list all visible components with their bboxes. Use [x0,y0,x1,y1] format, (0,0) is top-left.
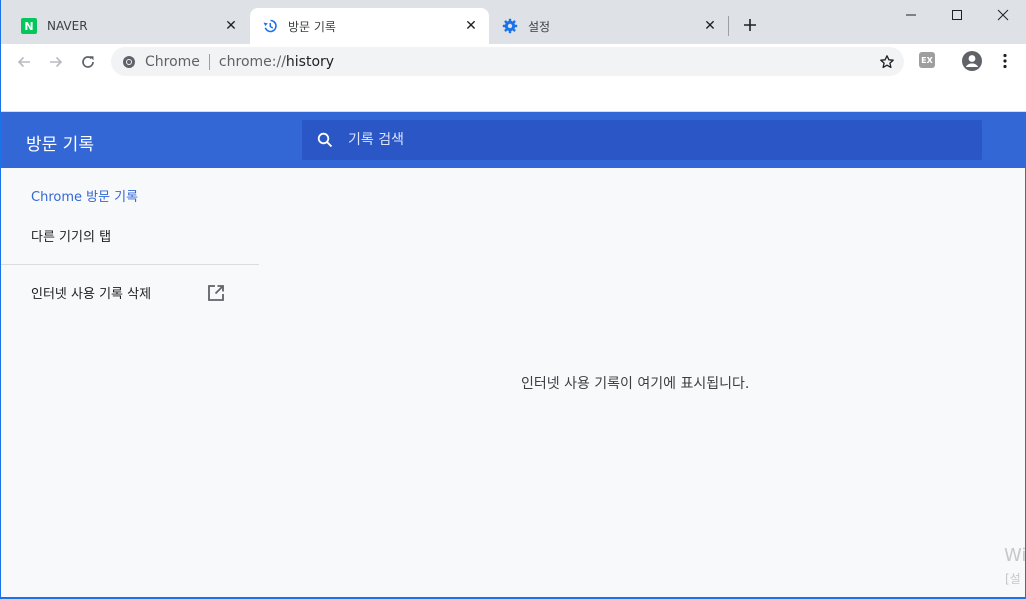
sidebar-item-chrome-history[interactable]: Chrome 방문 기록 [31,186,138,205]
forward-button[interactable] [42,48,70,76]
extension-icon[interactable]: EX [919,52,935,68]
toolbar-spacer [1,79,1026,112]
maximize-button[interactable] [934,0,980,30]
tab-naver[interactable]: N NAVER ✕ [9,8,249,44]
tab-separator [728,16,729,36]
browser-toolbar: Chrome chrome://history [1,44,1026,79]
search-input[interactable] [348,132,982,148]
history-header: 방문 기록 [1,112,1026,168]
search-box[interactable] [302,120,982,160]
tab-strip: N NAVER ✕ 방문 기록 ✕ 설정 ✕ [1,0,1026,44]
sidebar-item-clear-data[interactable]: 인터넷 사용 기록 삭제 [31,283,151,302]
plus-icon [744,19,756,31]
close-icon [997,9,1009,21]
tab-title: NAVER [47,19,88,33]
profile-avatar[interactable] [961,50,983,72]
bookmark-star-icon[interactable] [878,53,896,71]
url-text: chrome://history [218,53,335,70]
minimize-button[interactable] [888,0,934,30]
more-vert-icon [1003,53,1007,69]
close-window-button[interactable] [980,0,1026,30]
naver-icon: N [21,18,37,34]
address-bar[interactable]: Chrome chrome://history [111,47,904,76]
activation-watermark-sub: [설 [1005,572,1021,586]
account-icon [962,51,982,71]
history-icon [262,18,278,34]
reload-button[interactable] [74,48,102,76]
menu-button[interactable] [995,50,1015,72]
chrome-icon [121,54,137,70]
tab-settings[interactable]: 설정 ✕ [490,8,728,44]
minimize-icon [906,14,916,16]
gear-icon [502,18,518,34]
page-title: 방문 기록 [26,135,94,155]
open-in-new-icon[interactable] [207,284,225,302]
omnibox-divider [208,53,210,70]
arrow-right-icon [50,56,63,68]
search-icon [316,131,334,149]
sidebar-item-other-devices[interactable]: 다른 기기의 탭 [31,226,111,245]
tab-title: 설정 [528,19,551,34]
reload-icon [82,56,94,68]
arrow-left-icon [17,56,30,68]
site-label: Chrome [145,53,200,70]
sidebar-divider [1,264,259,265]
close-icon[interactable]: ✕ [223,18,239,34]
activation-watermark: Wi [1004,545,1026,566]
tab-title: 방문 기록 [288,19,336,34]
tab-history[interactable]: 방문 기록 ✕ [250,8,489,44]
back-button[interactable] [10,48,38,76]
empty-history-message: 인터넷 사용 기록이 여기에 표시됩니다. [521,376,750,392]
new-tab-button[interactable] [739,14,761,36]
close-icon[interactable]: ✕ [702,18,718,34]
close-icon[interactable]: ✕ [463,18,479,34]
maximize-icon [952,10,962,20]
